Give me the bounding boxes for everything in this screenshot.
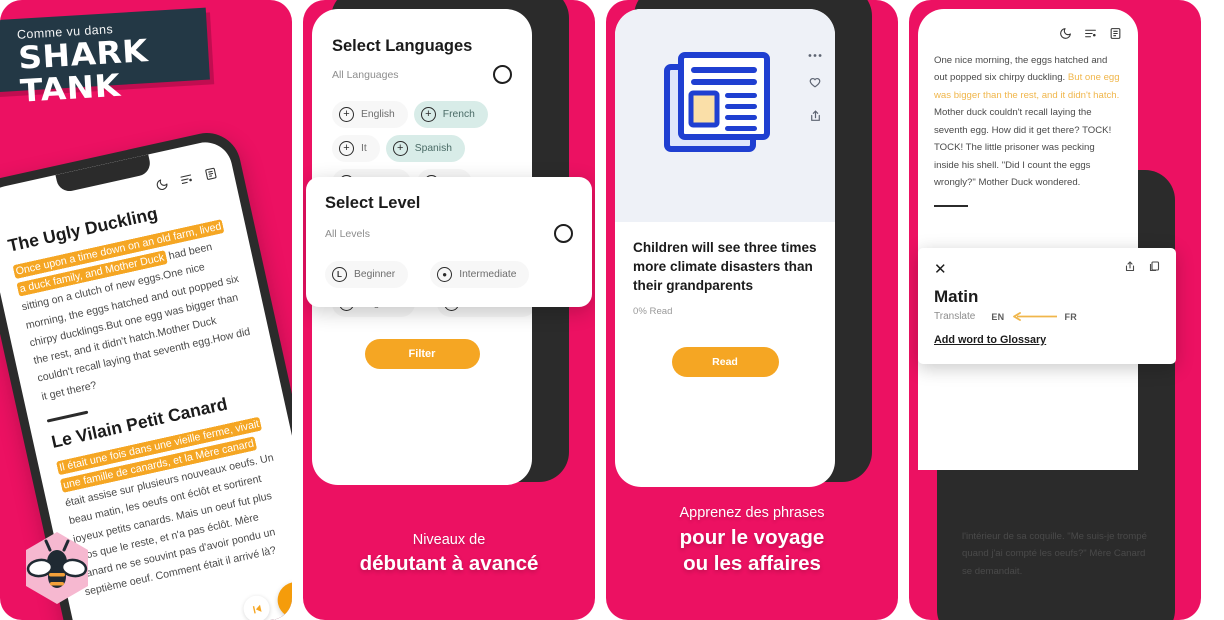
story-divider [46,410,89,423]
more-options-icon[interactable] [808,45,822,63]
level-chip-label: Beginner [354,269,396,280]
bee-logo-icon [22,530,92,606]
caption-large-line2: ou les affaires [683,552,821,576]
share-icon[interactable] [809,109,822,128]
language-chip[interactable]: + Spanish [385,135,465,162]
badge-title: SHARK TANK [17,33,150,110]
story-part-2: Mother duck couldn't recall laying the s… [934,107,1112,189]
phone-screen: Children will see three times more clima… [615,9,835,487]
newspaper-icon [663,51,771,164]
add-word-to-glossary-link[interactable]: Add word to Glossary [934,334,1046,346]
language-chip-label: It [361,143,367,154]
language-chip[interactable]: + French [413,101,488,128]
level-marker-icon: L [332,267,347,282]
skip-back-icon[interactable] [241,593,273,620]
read-button[interactable]: Read [671,347,779,378]
all-levels-label: All Levels [325,227,370,240]
panel-caption: Niveaux de débutant à avancé [303,530,595,578]
audio-player-controls [240,578,292,620]
heart-icon[interactable] [808,77,822,95]
share-icon[interactable] [1124,260,1136,278]
language-chip[interactable]: + English [332,101,408,128]
promo-panel-phrases: Children will see three times more clima… [606,0,898,620]
close-icon[interactable]: ✕ [934,262,947,277]
story-paragraph-en: One nice morning, the eggs hatched and o… [934,52,1122,192]
copy-icon[interactable] [1148,260,1160,278]
play-icon[interactable] [274,578,292,620]
panel-caption: Apprenez des phrases pour le voyage ou l… [606,503,898,578]
translated-word: Matin [934,287,979,306]
story-paragraph-fr: l'intérieur de sa coquille. "Me suis-je … [962,531,1147,577]
card-view-icon[interactable] [203,166,219,182]
level-chip-intermediate[interactable]: ● Intermediate [430,261,530,288]
all-languages-radio[interactable] [493,65,512,84]
caption-small: Niveaux de [412,531,486,548]
language-chip-label: Spanish [414,143,452,154]
lang-from: EN [991,311,1005,322]
story-divider [934,204,968,208]
plus-icon: + [339,107,354,122]
plus-icon: + [339,141,354,156]
read-progress: 0% Read [633,306,673,318]
moon-icon[interactable] [1059,27,1072,40]
reader-toolbar [918,9,1138,40]
select-languages-title: Select Languages [332,37,473,55]
language-chip-label: French [442,109,475,120]
level-option-list: L Beginner ● Intermediate [325,261,573,288]
level-chip-label: Intermediate [459,269,517,280]
article-action-icons [808,45,822,128]
translate-label: Translate [934,311,976,322]
promo-panel-levels: Select Languages All Languages + English … [303,0,595,620]
lang-to: FR [1064,311,1078,322]
caption-large: débutant à avancé [359,552,539,576]
promo-panel-shark-tank: Comme vu dans SHARK TANK The Ugly Duckli… [0,0,292,620]
all-levels-radio[interactable] [554,224,573,243]
phone-screen: One nice morning, the eggs hatched and o… [918,9,1138,470]
card-view-icon[interactable] [1109,27,1122,40]
story-content-fr: l'intérieur de sa coquille. "Me suis-je … [946,528,1166,580]
story-content: One nice morning, the eggs hatched and o… [918,40,1138,208]
level-marker-icon: ● [437,267,453,282]
select-level-card: Select Level All Levels L Beginner ● Inter… [306,177,592,307]
caption-small: Apprenez des phrases [679,504,825,521]
reading-settings-icon[interactable] [1083,27,1098,40]
app-store-screenshot-gallery: Comme vu dans SHARK TANK The Ugly Duckli… [0,0,1224,620]
moon-icon[interactable] [154,177,170,193]
caption-large-line1: pour le voyage [679,525,825,549]
select-level-title: Select Level [325,194,421,212]
article-summary: Children will see three times more clima… [615,222,835,378]
shark-tank-badge: Comme vu dans SHARK TANK [0,7,210,109]
plus-icon: + [420,107,436,122]
arrow-left-icon [1011,312,1058,321]
language-chip[interactable]: + It [332,135,380,162]
filter-button[interactable]: Filter [364,339,480,369]
promo-panel-vocabulary: Apprenez des mots rapidement et facileme… [909,0,1201,620]
level-chip-beginner[interactable]: L Beginner [325,261,409,288]
language-chip-label: English [361,109,395,120]
plus-icon: + [392,141,408,156]
translation-popup-card: ✕ Matin Translate EN FR Add word to Glos… [918,248,1176,364]
all-languages-label: All Languages [332,68,399,81]
article-hero-area [615,9,835,222]
article-headline: Children will see three times more clima… [633,240,817,294]
language-direction[interactable]: EN FR [991,312,1077,322]
